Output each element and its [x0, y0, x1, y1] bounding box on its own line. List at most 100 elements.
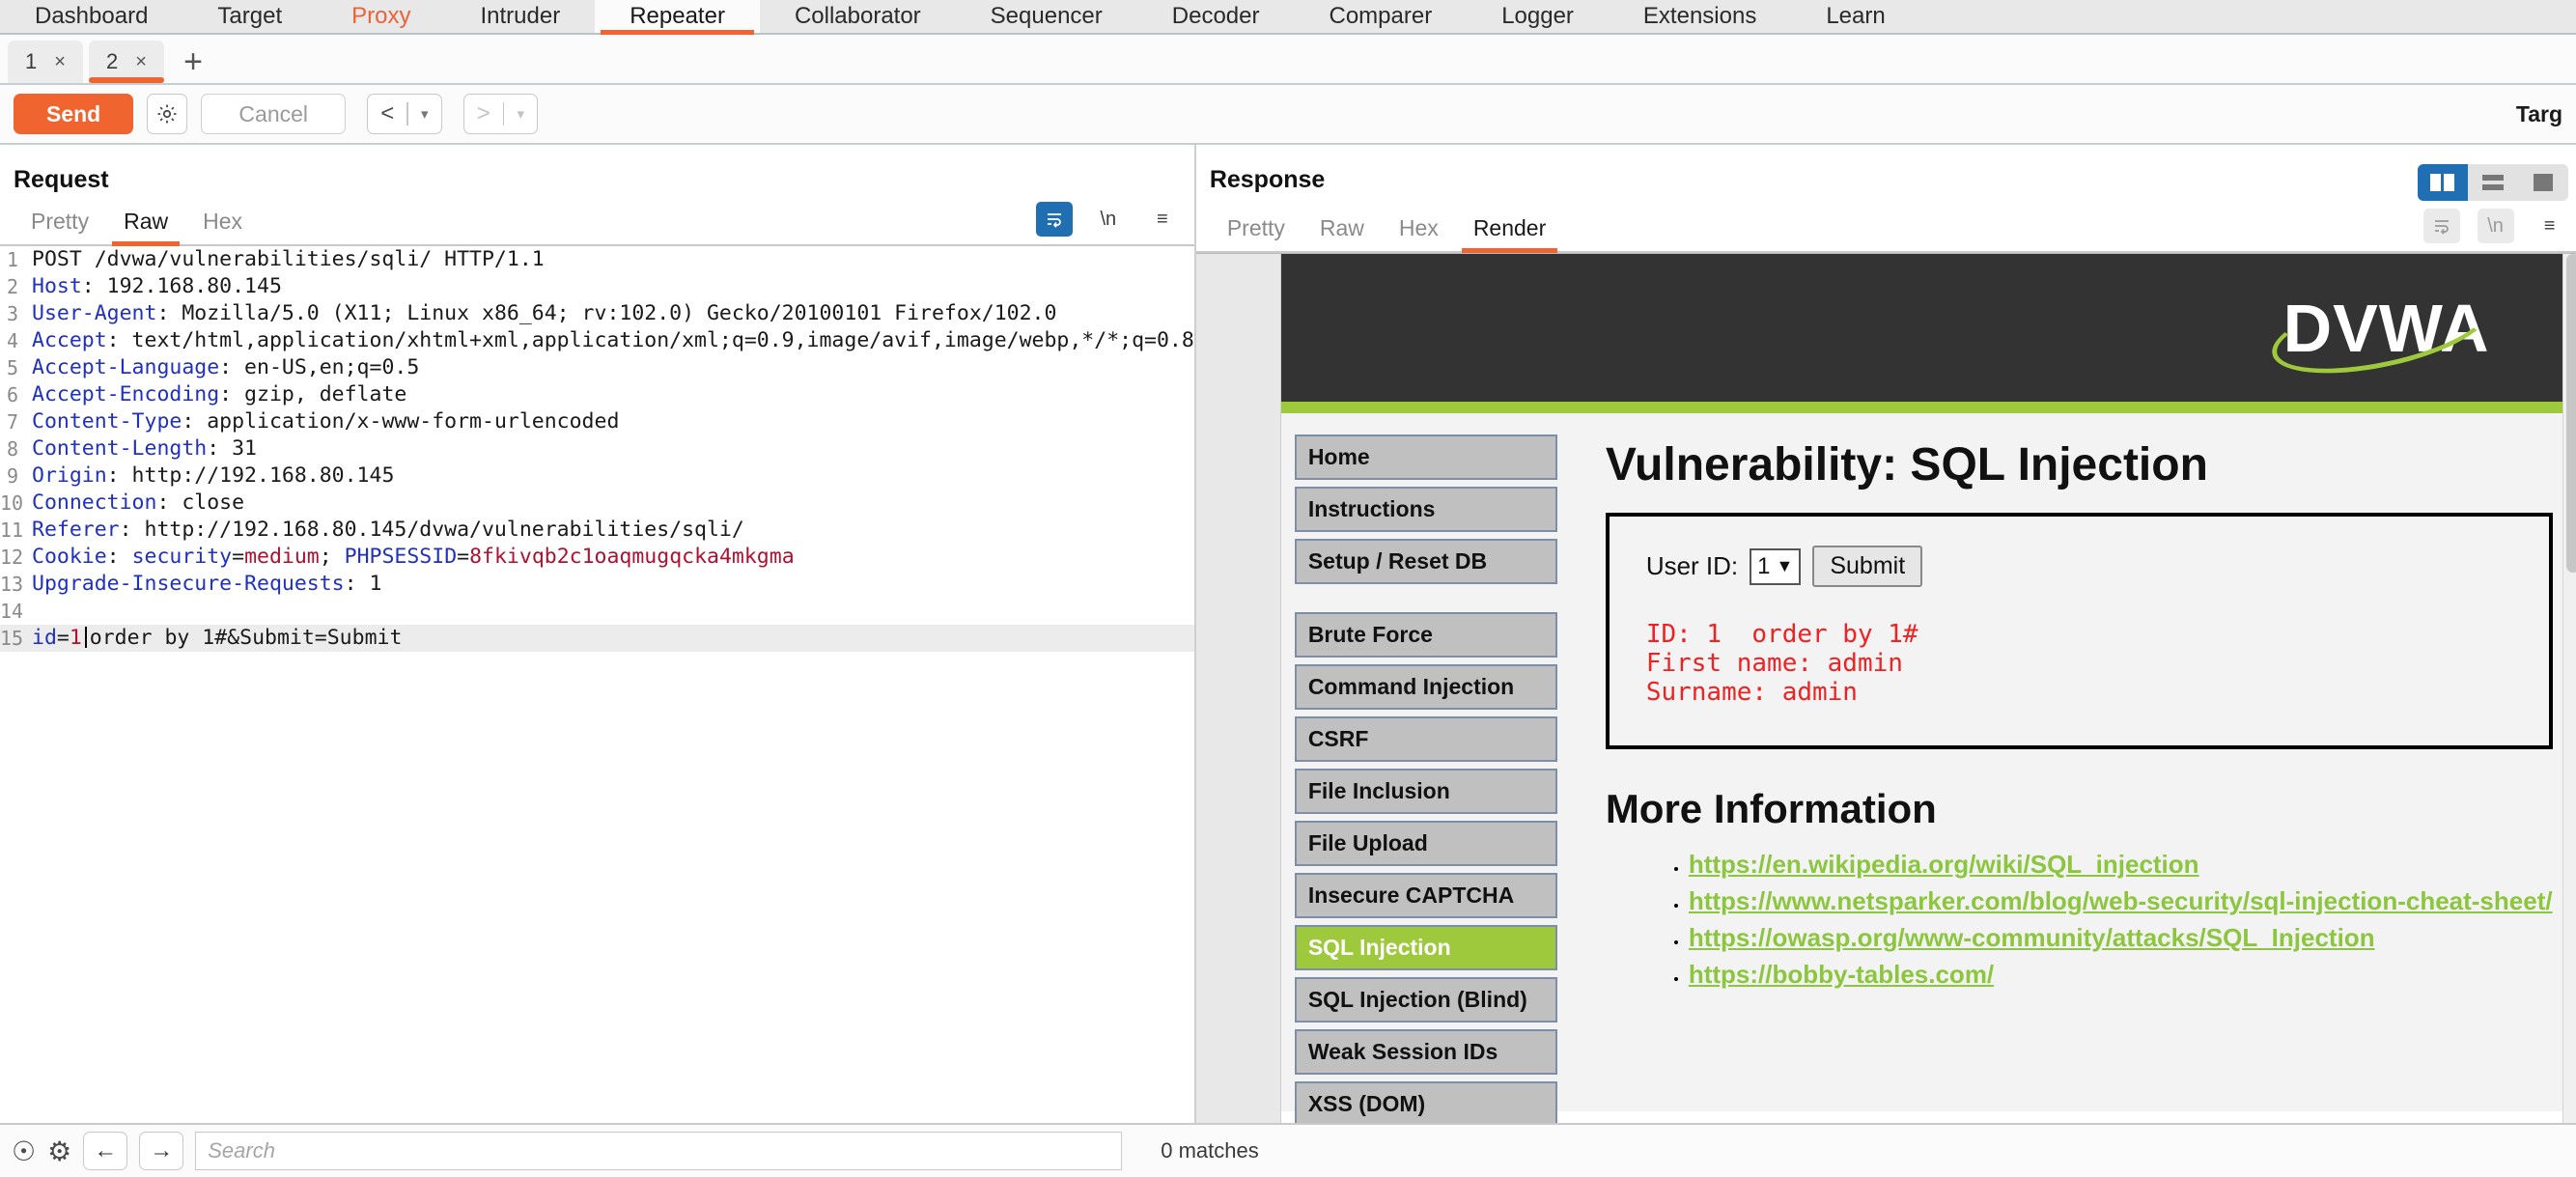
request-line-text: Host: 192.168.80.145 — [32, 274, 282, 298]
word-wrap-icon[interactable] — [1035, 202, 1073, 237]
add-repeater-tab-button[interactable]: + — [170, 41, 216, 83]
more-information-heading: More Information — [1605, 786, 1937, 831]
request-line-text: Accept-Language: en-US,en;q=0.5 — [32, 355, 420, 379]
response-tab-pretty[interactable]: Pretty — [1210, 215, 1302, 251]
next-request-button[interactable]: > ▾ — [462, 94, 539, 134]
newline-icon[interactable]: \n — [2477, 209, 2514, 243]
repeater-tab-2[interactable]: 2 × — [89, 41, 164, 83]
user-id-label: User ID: — [1645, 551, 1739, 580]
request-line: 15 id=1 order by 1#&Submit=Submit — [0, 625, 1194, 652]
sqli-form-box: User ID: 1 ▼ Submit ID: 1 order by 1# Fi… — [1605, 513, 2553, 749]
more-information-link[interactable]: https://www.netsparker.com/blog/web-secu… — [1689, 886, 2553, 915]
dvwa-page: DVWA Home Instructions Setup / Reset DB Br… — [1280, 254, 2576, 1123]
list-item: https://bobby-tables.com/ — [1689, 960, 2553, 990]
suite-tab-intruder[interactable]: Intruder — [445, 0, 595, 33]
line-number: 13 — [0, 573, 24, 596]
search-next-button[interactable]: → — [139, 1132, 184, 1170]
request-line: 1 POST /dvwa/vulnerabilities/sqli/ HTTP/1… — [0, 246, 1194, 273]
repeater-action-bar: Send Cancel < ▾ > ▾ Targ — [0, 85, 2576, 145]
response-pane: Response Pretty Raw Hex Render \n ≡ DVWA… — [1195, 145, 2576, 1123]
word-wrap-icon[interactable] — [2422, 209, 2460, 243]
suite-tab-dashboard[interactable]: Dashboard — [0, 0, 182, 33]
suite-tab-decoder[interactable]: Decoder — [1137, 0, 1295, 33]
dvwa-nav-brute-force[interactable]: Brute Force — [1294, 612, 1557, 658]
suite-tab-collaborator[interactable]: Collaborator — [760, 0, 956, 33]
suite-tab-proxy[interactable]: Proxy — [317, 0, 445, 33]
user-id-select[interactable]: 1 ▼ — [1750, 547, 1802, 585]
previous-request-button[interactable]: < ▾ — [367, 94, 442, 134]
dvwa-nav-insecure-captcha[interactable]: Insecure CAPTCHA — [1294, 873, 1557, 918]
dvwa-nav-xss-dom[interactable]: XSS (DOM) — [1294, 1081, 1557, 1123]
search-previous-button[interactable]: ← — [83, 1132, 128, 1170]
submit-button[interactable]: Submit — [1812, 546, 1923, 587]
dvwa-nav-home[interactable]: Home — [1294, 434, 1557, 480]
more-information-link[interactable]: https://bobby-tables.com/ — [1689, 960, 1994, 989]
dvwa-nav-weak-session-ids[interactable]: Weak Session IDs — [1294, 1029, 1557, 1075]
split-vertical-icon[interactable] — [2417, 164, 2468, 201]
dvwa-nav-command-injection[interactable]: Command Injection — [1294, 664, 1557, 710]
menu-icon[interactable]: ≡ — [1144, 202, 1181, 237]
chevron-down-icon[interactable]: ▾ — [504, 95, 537, 133]
chevron-right-icon: > — [476, 100, 490, 126]
request-line: 8 Content-Length: 31 — [0, 435, 1194, 462]
suite-tab-repeater[interactable]: Repeater — [595, 0, 760, 35]
chevron-down-icon[interactable]: ▾ — [408, 95, 441, 133]
response-tab-render[interactable]: Render — [1456, 215, 1563, 253]
suite-tab-logger[interactable]: Logger — [1467, 0, 1609, 33]
suite-tab-target[interactable]: Target — [182, 0, 317, 33]
request-tab-raw[interactable]: Raw — [106, 209, 185, 246]
list-item: https://owasp.org/www-community/attacks/… — [1689, 923, 2553, 953]
line-number: 10 — [0, 491, 24, 515]
dvwa-nav-file-upload[interactable]: File Upload — [1294, 821, 1557, 866]
text-caret — [84, 627, 87, 648]
more-information-link[interactable]: https://en.wikipedia.org/wiki/SQL_inject… — [1689, 850, 2199, 879]
newline-icon[interactable]: \n — [1090, 202, 1127, 237]
render-scrollbar-thumb[interactable] — [2565, 254, 2576, 573]
request-line-text: Connection: close — [32, 490, 245, 515]
close-icon[interactable]: × — [54, 51, 66, 73]
request-line: 4 Accept: text/html,application/xhtml+xml… — [0, 327, 1194, 354]
render-scrollbar[interactable] — [2562, 254, 2576, 1123]
search-input[interactable] — [195, 1132, 1123, 1170]
dvwa-nav-instructions[interactable]: Instructions — [1294, 487, 1557, 532]
question-circle-icon[interactable]: ☉ — [12, 1135, 36, 1167]
suite-tab-comparer[interactable]: Comparer — [1294, 0, 1467, 33]
request-line-text: Accept: text/html,application/xhtml+xml,… — [32, 328, 1194, 352]
request-line-text: Origin: http://192.168.80.145 — [32, 463, 395, 488]
repeater-tab-label: 2 — [106, 49, 119, 73]
repeater-tab-1[interactable]: 1 × — [8, 41, 83, 83]
request-raw-editor[interactable]: 1 POST /dvwa/vulnerabilities/sqli/ HTTP/1… — [0, 246, 1194, 1123]
line-number: 7 — [6, 410, 18, 434]
request-line: 3 User-Agent: Mozilla/5.0 (X11; Linux x86… — [0, 300, 1194, 327]
dvwa-sidebar-nav: Home Instructions Setup / Reset DB Brute F… — [1280, 413, 1571, 1123]
request-line-text: id=1 order by 1#&Submit=Submit — [32, 626, 403, 650]
repeater-tab-label: 1 — [25, 49, 38, 73]
menu-icon[interactable]: ≡ — [2532, 209, 2568, 243]
repeater-tab-bar: 1 × 2 × + — [0, 35, 2576, 85]
cancel-button[interactable]: Cancel — [201, 94, 347, 134]
suite-tab-extensions[interactable]: Extensions — [1609, 0, 1791, 33]
dvwa-nav-sql-injection[interactable]: SQL Injection — [1294, 925, 1557, 970]
request-tab-hex[interactable]: Hex — [185, 209, 260, 244]
dvwa-nav-sql-injection-blind[interactable]: SQL Injection (Blind) — [1294, 977, 1557, 1023]
dvwa-nav-file-inclusion[interactable]: File Inclusion — [1294, 769, 1557, 814]
request-tab-pretty[interactable]: Pretty — [14, 209, 106, 244]
dvwa-nav-csrf[interactable]: CSRF — [1294, 716, 1557, 762]
response-tab-hex[interactable]: Hex — [1382, 215, 1456, 251]
sqli-result-line: Surname: admin — [1645, 678, 1858, 707]
more-information-link[interactable]: https://owasp.org/www-community/attacks/… — [1689, 923, 2375, 952]
split-horizontal-icon[interactable] — [2467, 164, 2518, 201]
sqli-result-line: ID: 1 order by 1# — [1645, 620, 1918, 649]
dvwa-header-banner: DVWA — [1280, 254, 2576, 413]
gear-icon[interactable] — [147, 94, 188, 134]
send-button[interactable]: Send — [14, 94, 134, 134]
gear-icon[interactable]: ⚙ — [47, 1135, 71, 1167]
line-number: 12 — [0, 546, 24, 569]
close-icon[interactable]: × — [135, 51, 147, 73]
dvwa-nav-setup-reset-db[interactable]: Setup / Reset DB — [1294, 539, 1557, 584]
chevron-left-icon: < — [380, 100, 395, 126]
response-tab-raw[interactable]: Raw — [1302, 215, 1382, 251]
suite-tab-learn[interactable]: Learn — [1791, 0, 1919, 33]
suite-tab-sequencer[interactable]: Sequencer — [956, 0, 1137, 33]
single-pane-icon[interactable] — [2517, 164, 2568, 201]
